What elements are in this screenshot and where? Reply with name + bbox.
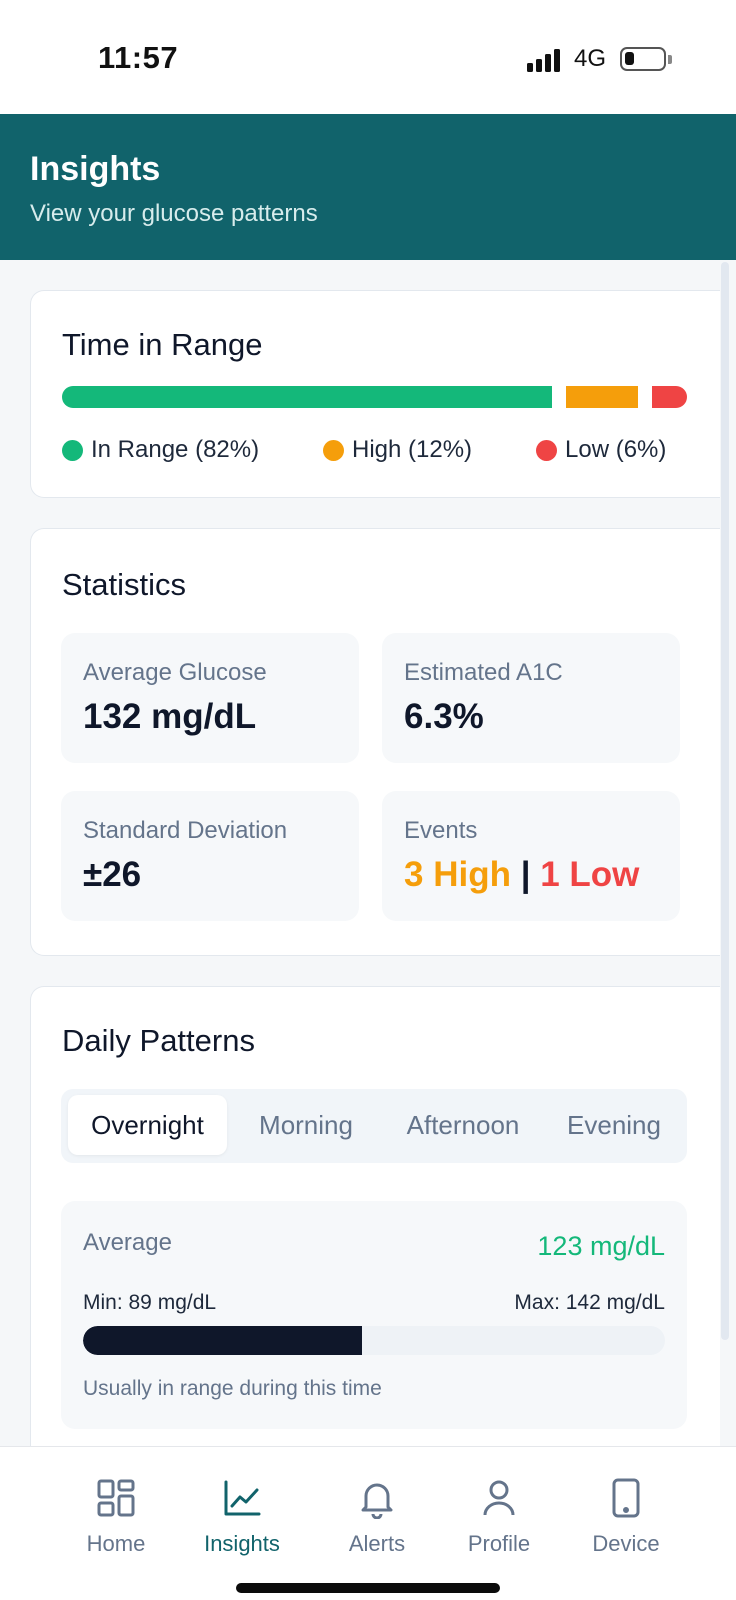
events-low: 1 Low [540, 855, 640, 894]
stat-label: Standard Deviation [83, 817, 288, 844]
home-grid-icon [97, 1479, 135, 1517]
stat-label: Events [404, 817, 478, 844]
nav-home[interactable]: Home [56, 1477, 176, 1557]
bottom-nav: Home Insights Alerts Profile Device [0, 1446, 736, 1600]
legend-high: High (12%) [323, 436, 472, 464]
nav-label: Profile [467, 1531, 531, 1556]
legend-low: Low (6%) [536, 436, 666, 464]
tab-overnight[interactable]: Overnight [68, 1095, 227, 1155]
stat-value: 6.3% [404, 697, 484, 736]
home-indicator [236, 1583, 500, 1593]
high-dot-icon [323, 439, 344, 461]
page-header: Insights View your glucose patterns [0, 114, 736, 260]
stat-events: Events 3 High | 1 Low [382, 791, 680, 921]
pattern-range-fill [83, 1326, 363, 1355]
high-segment [566, 386, 638, 408]
legend-in-range: In Range (82%) [62, 436, 259, 464]
statistics-title: Statistics [62, 567, 187, 602]
status-bar: 11:57 4G [0, 0, 736, 114]
network-type: 4G [574, 45, 607, 72]
time-of-day-tabs: Overnight Morning Afternoon Evening [61, 1089, 687, 1163]
status-time: 11:57 [98, 40, 179, 75]
nav-label: Alerts [348, 1531, 406, 1556]
page-title: Insights [30, 150, 161, 188]
events-separator: | [520, 855, 531, 894]
pattern-min: Min: 89 mg/dL [83, 1291, 217, 1314]
nav-label: Device [592, 1531, 660, 1556]
pattern-average-label: Average [83, 1229, 172, 1256]
daily-patterns-title: Daily Patterns [62, 1023, 255, 1058]
pattern-range-bar [83, 1326, 665, 1355]
nav-label: Home [86, 1531, 146, 1556]
in-range-segment [62, 386, 552, 408]
signal-icon [527, 48, 563, 72]
daily-patterns-card: Daily Patterns Overnight Morning Afterno… [30, 986, 720, 1456]
in-range-dot-icon [62, 439, 83, 461]
pattern-note: Usually in range during this time [83, 1377, 382, 1400]
low-segment [652, 386, 687, 408]
legend-label: In Range (82%) [91, 436, 260, 463]
phone-device-icon [612, 1478, 640, 1518]
nav-label: Insights [204, 1531, 280, 1556]
stat-standard-deviation: Standard Deviation ±26 [61, 791, 359, 921]
stat-value: 132 mg/dL [83, 697, 257, 736]
nav-insights[interactable]: Insights [182, 1477, 302, 1557]
low-dot-icon [536, 439, 557, 461]
chart-line-icon [224, 1480, 261, 1516]
time-in-range-title: Time in Range [62, 327, 263, 362]
stat-label: Average Glucose [83, 659, 267, 686]
tab-evening[interactable]: Evening [545, 1095, 683, 1155]
stat-average-glucose: Average Glucose 132 mg/dL [61, 633, 359, 763]
pattern-max: Max: 142 mg/dL [514, 1291, 665, 1314]
nav-profile[interactable]: Profile [439, 1477, 559, 1557]
tab-morning[interactable]: Morning [231, 1095, 381, 1155]
events-value: 3 High | 1 Low [404, 855, 639, 895]
legend-label: High (12%) [352, 436, 473, 463]
user-icon [483, 1480, 515, 1516]
stat-estimated-a1c: Estimated A1C 6.3% [382, 633, 680, 763]
page-subtitle: View your glucose patterns [30, 200, 318, 227]
statistics-card: Statistics Average Glucose 132 mg/dL Est… [30, 528, 720, 956]
time-in-range-card: Time in Range In Range (82%) High (12%) … [30, 290, 720, 498]
stat-value: ±26 [83, 855, 142, 894]
nav-alerts[interactable]: Alerts [317, 1477, 437, 1557]
legend-label: Low (6%) [565, 436, 667, 463]
battery-icon [620, 47, 672, 71]
bell-icon [361, 1483, 393, 1519]
pattern-summary: Average 123 mg/dL Min: 89 mg/dL Max: 142… [61, 1201, 687, 1429]
nav-device[interactable]: Device [566, 1477, 686, 1557]
scrollbar[interactable] [721, 262, 729, 1340]
tab-afternoon[interactable]: Afternoon [383, 1095, 543, 1155]
pattern-average-value: 123 mg/dL [537, 1231, 665, 1261]
events-high: 3 High [404, 855, 511, 894]
stat-label: Estimated A1C [404, 659, 563, 686]
